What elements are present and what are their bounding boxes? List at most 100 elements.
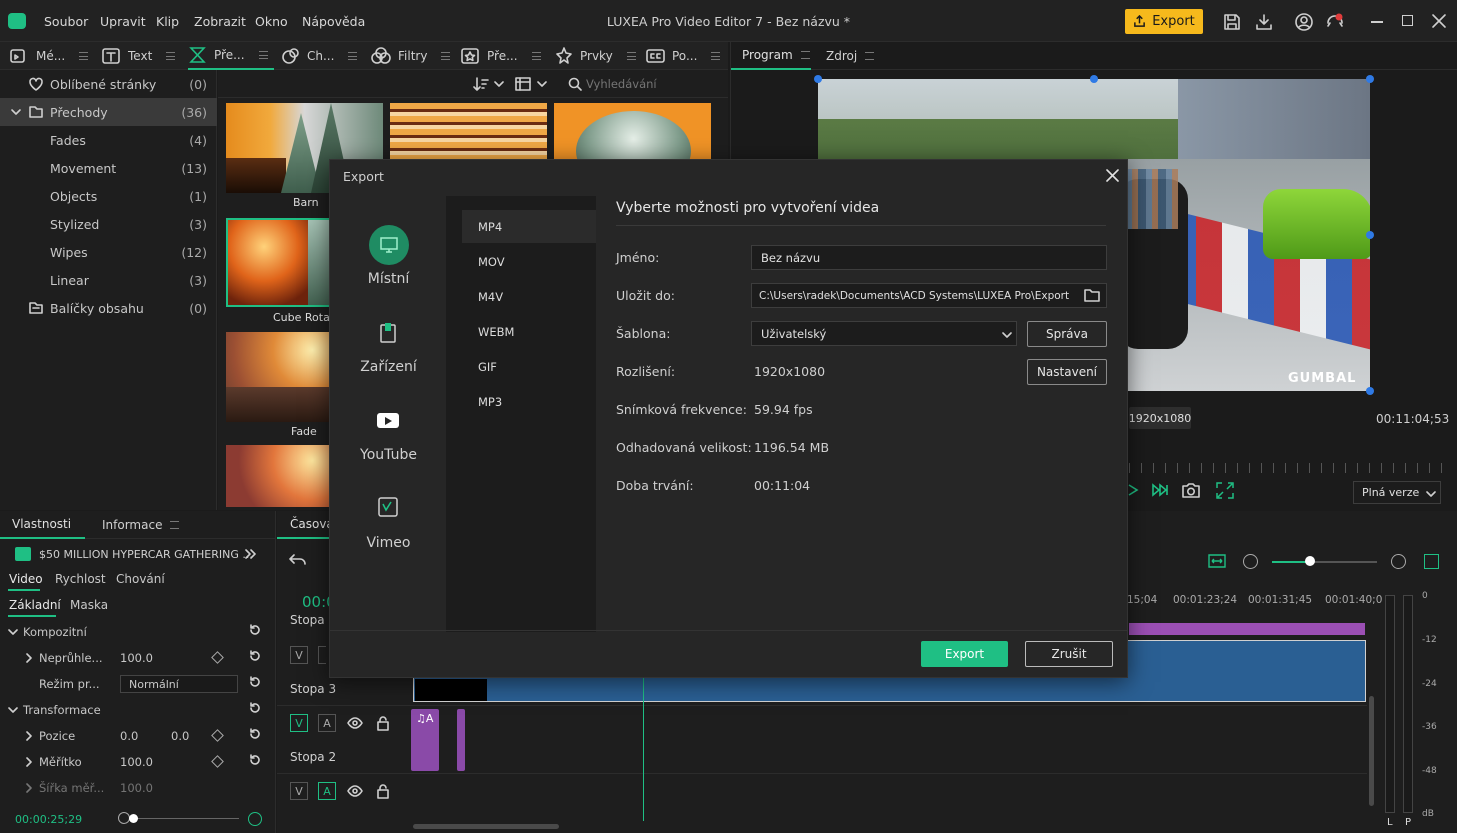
menu-view[interactable]: Zobrazit xyxy=(194,14,246,29)
track-audio-toggle[interactable] xyxy=(318,646,326,664)
vimeo-icon[interactable] xyxy=(378,497,398,517)
fit-timeline-icon[interactable] xyxy=(1208,553,1226,569)
resize-handle[interactable] xyxy=(814,75,822,83)
playhead[interactable] xyxy=(643,671,644,821)
target-local-label[interactable]: Místní xyxy=(330,271,447,287)
tab-overlays[interactable]: Pře... xyxy=(461,42,541,70)
scale-value[interactable]: 100.0 xyxy=(120,755,153,769)
reset-icon[interactable] xyxy=(248,623,262,637)
chevron-down-icon[interactable] xyxy=(494,79,504,89)
download-icon[interactable] xyxy=(1254,12,1274,32)
track-audio-toggle[interactable]: A xyxy=(318,782,336,800)
maximize-icon[interactable] xyxy=(1402,15,1413,26)
blend-select[interactable]: Normální xyxy=(120,675,238,693)
subtab-mask[interactable]: Maska xyxy=(70,598,108,612)
youtube-icon[interactable] xyxy=(377,413,399,428)
reset-icon[interactable] xyxy=(248,649,262,663)
resize-handle[interactable] xyxy=(1090,75,1098,83)
lock-icon[interactable] xyxy=(376,783,390,799)
panel-toggle-icon[interactable] xyxy=(1424,554,1439,569)
lock-icon[interactable] xyxy=(376,715,390,731)
tree-item-favorites[interactable]: Oblíbené stránky (0) xyxy=(0,70,217,98)
menu-file[interactable]: Soubor xyxy=(44,14,88,29)
timeline-clip-purple[interactable] xyxy=(1129,623,1365,635)
resize-handle[interactable] xyxy=(1366,75,1374,83)
format-mp3[interactable]: MP3 xyxy=(462,385,596,418)
timeline-horizontal-scrollbar[interactable] xyxy=(413,824,559,829)
tab-captions[interactable]: Po... xyxy=(646,42,721,70)
account-icon[interactable] xyxy=(1294,12,1314,32)
audio-clip[interactable]: ♫A xyxy=(411,709,439,771)
subtab-speed[interactable]: Rychlost xyxy=(55,572,106,586)
track-audio-toggle[interactable]: A xyxy=(318,714,336,732)
menu-help[interactable]: Nápověda xyxy=(302,14,365,29)
subtab-behavior[interactable]: Chování xyxy=(116,572,165,586)
tree-item-objects[interactable]: Objects (1) xyxy=(0,182,217,210)
track-video-toggle[interactable]: V xyxy=(290,782,308,800)
zoom-slider[interactable] xyxy=(135,818,239,819)
zoom-slider-thumb[interactable] xyxy=(129,814,138,823)
eye-icon[interactable] xyxy=(347,716,363,730)
tab-media[interactable]: Mé... xyxy=(10,42,89,70)
save-icon[interactable] xyxy=(1222,12,1242,32)
sort-icon[interactable] xyxy=(473,76,489,92)
template-select[interactable]: Uživatelský xyxy=(751,321,1017,346)
tab-transitions[interactable]: Pře... xyxy=(188,42,274,70)
section-compositing[interactable]: Kompozitní xyxy=(0,619,270,645)
timeline-zoom-thumb[interactable] xyxy=(1305,556,1315,566)
reset-icon[interactable] xyxy=(248,753,262,767)
tab-text[interactable]: Text xyxy=(102,42,176,70)
play-icon[interactable] xyxy=(1126,483,1140,497)
export-button[interactable]: Export xyxy=(1125,9,1203,34)
reset-icon[interactable] xyxy=(248,727,262,741)
audio-clip[interactable] xyxy=(457,709,465,771)
export-confirm-button[interactable]: Export xyxy=(921,641,1008,667)
track-video-toggle[interactable]: V xyxy=(290,646,308,664)
target-youtube-label[interactable]: YouTube xyxy=(330,447,447,463)
tree-item-movement[interactable]: Movement (13) xyxy=(0,154,217,182)
undo-icon[interactable] xyxy=(289,553,307,567)
position-y-value[interactable]: 0.0 xyxy=(171,729,189,743)
tab-properties[interactable]: Vlastnosti xyxy=(0,511,85,539)
track-video-toggle[interactable]: V xyxy=(290,714,308,732)
tree-item-wipes[interactable]: Wipes (12) xyxy=(0,238,217,266)
quality-select[interactable]: Plná verze xyxy=(1353,481,1441,504)
minimize-icon[interactable] xyxy=(1371,21,1383,23)
tab-chroma[interactable]: Ch... xyxy=(281,42,358,70)
target-device-label[interactable]: Zařízení xyxy=(330,359,447,375)
subtab-video[interactable]: Video xyxy=(9,572,43,586)
eye-icon[interactable] xyxy=(347,784,363,798)
snapshot-icon[interactable] xyxy=(1181,482,1201,499)
device-icon[interactable] xyxy=(378,322,398,344)
name-input[interactable]: Bez názvu xyxy=(751,245,1107,270)
tab-program[interactable]: Program xyxy=(731,42,811,70)
tab-elements[interactable]: Prvky xyxy=(554,42,636,70)
chevron-down-icon[interactable] xyxy=(537,79,547,89)
view-mode-icon[interactable] xyxy=(515,76,531,92)
skip-forward-icon[interactable] xyxy=(1151,483,1169,497)
format-gif[interactable]: GIF xyxy=(462,350,596,383)
timeline-vertical-scrollbar[interactable] xyxy=(1369,696,1374,806)
format-webm[interactable]: WEBM xyxy=(462,315,596,348)
chevron-right-icon[interactable] xyxy=(24,731,34,741)
timeline-zoom-out-icon[interactable] xyxy=(1243,554,1258,569)
tab-filters[interactable]: Filtry xyxy=(370,42,451,70)
resize-handle[interactable] xyxy=(1366,231,1374,239)
settings-button[interactable]: Nastavení xyxy=(1027,359,1107,385)
notification-icon[interactable] xyxy=(1325,12,1345,32)
expand-icon[interactable] xyxy=(244,548,258,560)
position-x-value[interactable]: 0.0 xyxy=(120,729,138,743)
format-mov[interactable]: MOV xyxy=(462,245,596,278)
menu-edit[interactable]: Upravit xyxy=(100,14,146,29)
search-input[interactable] xyxy=(586,74,726,94)
dialog-close-icon[interactable] xyxy=(1106,169,1119,182)
chevron-right-icon[interactable] xyxy=(24,757,34,767)
preview-scrubber[interactable] xyxy=(1129,463,1447,473)
close-icon[interactable] xyxy=(1431,13,1447,29)
menu-clip[interactable]: Klip xyxy=(156,14,179,29)
cancel-button[interactable]: Zrušit xyxy=(1025,641,1113,667)
menu-window[interactable]: Okno xyxy=(255,14,288,29)
tab-source[interactable]: Zdroj xyxy=(826,42,875,70)
format-mp4[interactable]: MP4 xyxy=(462,210,596,243)
resolution-badge[interactable]: 1920x1080 xyxy=(1129,407,1191,429)
